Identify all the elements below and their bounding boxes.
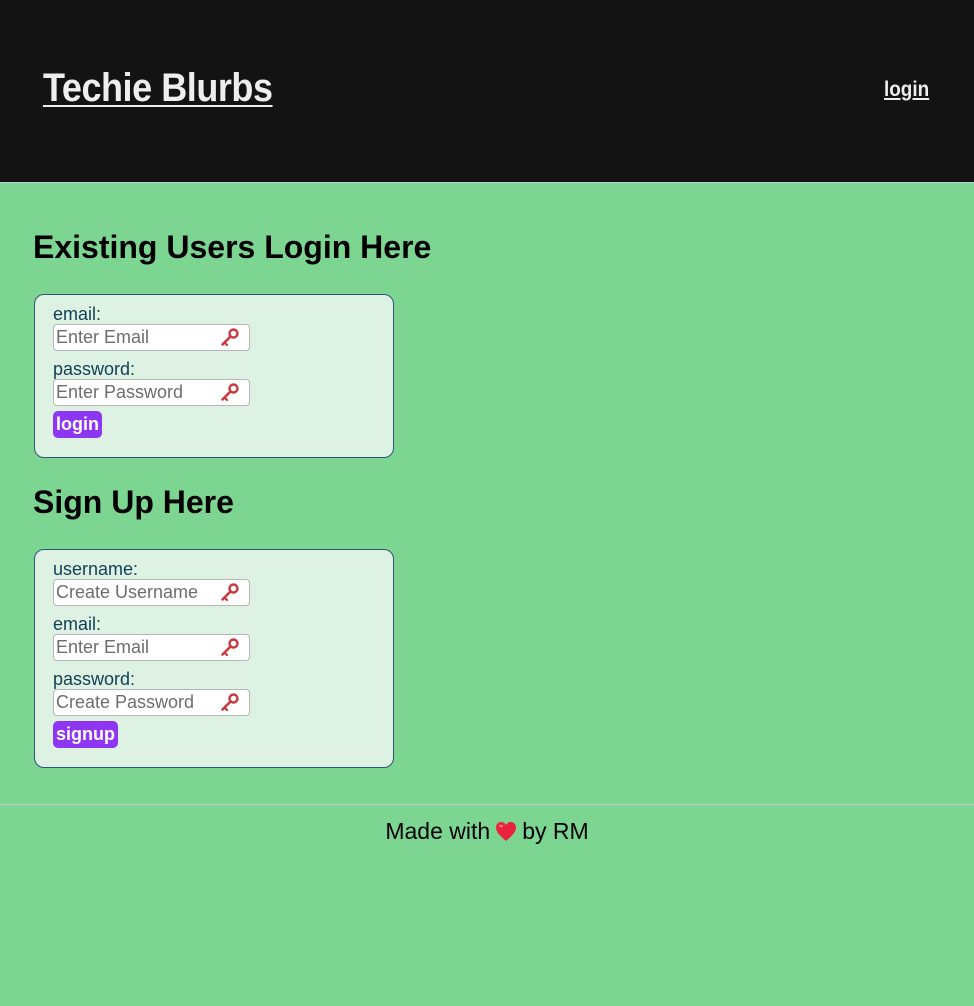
signup-password-label: password: [53, 669, 136, 689]
signup-email-field-wrapper [53, 634, 250, 661]
signup-username-field-wrapper [53, 579, 250, 606]
signup-username-label: username: [53, 559, 139, 579]
signup-email-label: email: [53, 614, 102, 634]
login-button[interactable]: login [53, 411, 102, 438]
signup-heading: Sign Up Here [33, 484, 234, 520]
autofill-key-icon[interactable] [220, 583, 240, 602]
heart-icon [496, 822, 517, 841]
login-heading: Existing Users Login Here [33, 229, 432, 265]
signup-button[interactable]: signup [53, 721, 118, 748]
autofill-key-icon[interactable] [220, 383, 240, 402]
site-title-link[interactable]: Techie Blurbs [43, 66, 273, 111]
login-password-label: password: [53, 359, 136, 379]
login-email-field-wrapper [53, 324, 250, 351]
autofill-key-icon[interactable] [220, 693, 240, 712]
login-password-field-wrapper [53, 379, 250, 406]
site-header: Techie Blurbs login [0, 0, 974, 183]
login-form: email: password: login [34, 294, 394, 458]
login-email-label: email: [53, 304, 102, 324]
signup-password-field-wrapper [53, 689, 250, 716]
signup-form: username: email: password: [34, 549, 394, 768]
site-footer: Made with by RM [0, 804, 974, 845]
footer-prefix-text: Made with [385, 818, 491, 844]
footer-suffix-text: by RM [522, 818, 589, 844]
nav-login-link[interactable]: login [884, 78, 929, 102]
autofill-key-icon[interactable] [220, 638, 240, 657]
autofill-key-icon[interactable] [220, 328, 240, 347]
